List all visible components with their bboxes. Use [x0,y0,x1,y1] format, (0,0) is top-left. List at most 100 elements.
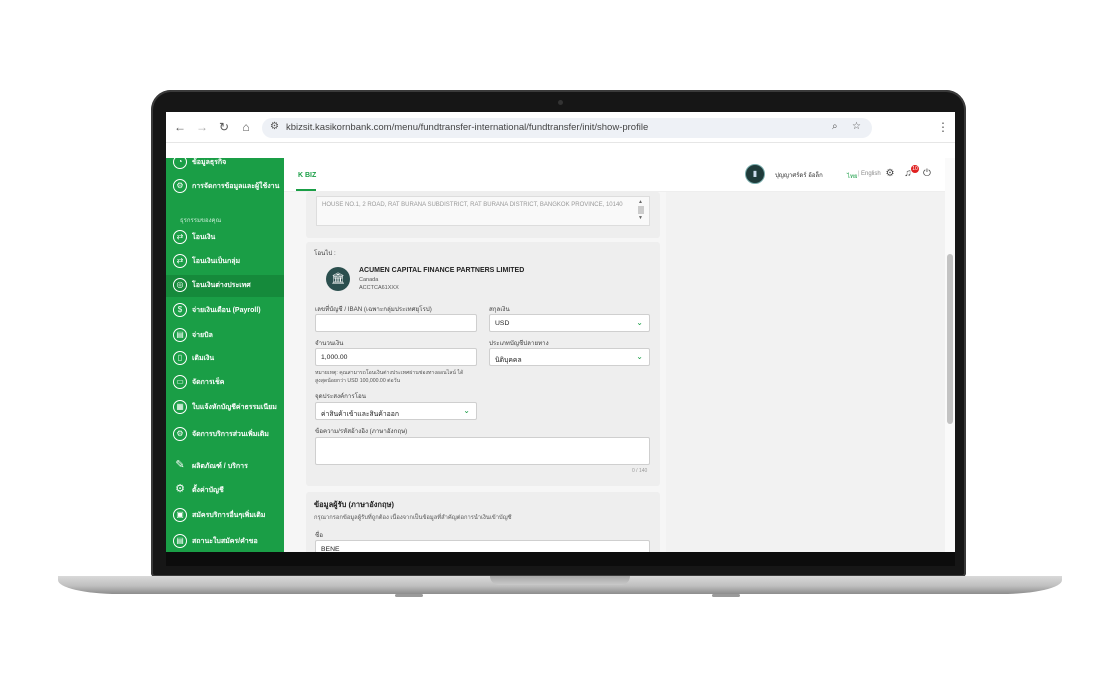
subscribe-icon: ▣ [173,508,187,522]
sidebar-item-bulk-transfer[interactable]: ⇄ โอนเงินเป็นกลุ่ม [166,251,284,273]
screen: ← → ↻ ⌂ ⚙ kbizsit.kasikornbank.com/menu/… [166,112,955,552]
destination-type-select[interactable]: นิติบุคคล ⌄ [489,348,650,366]
address-bar[interactable]: ⚙ kbizsit.kasikornbank.com/menu/fundtran… [262,118,872,138]
lang-english[interactable]: English [861,171,881,177]
browser-menu-icon[interactable]: ⋮ [936,120,950,134]
chevron-down-icon: ⌄ [636,318,643,327]
sidebar-section-label: ธุรกรรมของคุณ [180,218,222,224]
sidebar-item-label: จัดการเช็ค [192,379,225,386]
sidebar-item-label: โอนเงินเป็นกลุ่ม [192,258,241,265]
sidebar-item-subscribe[interactable]: ▣ สมัครบริการอื่นๆเพิ่มเติม [166,505,284,527]
page-scrollbar-thumb[interactable] [947,254,953,424]
purpose-value: ค่าสินค้าเข้าและสินค้าออก [321,411,399,418]
sidebar-item-user-management[interactable]: ⚙ การจัดการข้อมูลและผู้ใช้งาน [166,176,284,198]
browser-toolbar: ← → ↻ ⌂ ⚙ kbizsit.kasikornbank.com/menu/… [166,112,955,143]
international-transfer-icon: ◎ [173,278,187,292]
sidebar-item-label: ตั้งค่าบัญชี [192,487,224,494]
sidebar-item-label: ผลิตภัณฑ์ / บริการ [192,463,248,470]
recipient-name-input[interactable]: BENE [315,540,650,552]
business-info-icon: ◔ [173,158,187,169]
laptop-foot [395,594,423,597]
sidebar-item-application-status[interactable]: ▤ สถานะใบสมัคร/คำขอ [166,531,284,552]
currency-select[interactable]: USD ⌄ [489,314,650,332]
sender-address-card: HOUSE NO.1, 2 ROAD, RAT BURANA SUBDISTRI… [306,192,660,238]
pencil-icon: ✎ [175,459,185,471]
sidebar-item-products[interactable]: ✎ ผลิตภัณฑ์ / บริการ [166,456,284,478]
account-label: เลขที่บัญชี / IBAN (เฉพาะกลุ่มประเทศยุโร… [315,306,432,313]
sidebar-item-international-transfer[interactable]: ◎ โอนเงินต่างประเทศ [166,275,284,297]
sidebar-item-label: ใบแจ้งหักบัญชีค่าธรรมเนียม [192,404,277,411]
additional-services-icon: ⚙ [173,427,187,441]
message-textarea[interactable] [315,437,650,465]
sidebar-item-label: สมัครบริการอื่นๆเพิ่มเติม [192,512,266,519]
lang-separator: | [858,171,860,177]
sidebar-item-bill-payment[interactable]: ▤ จ่ายบิล [166,325,284,347]
sidebar-item-business-info[interactable]: ◔ ข้อมูลธุรกิจ [166,158,284,174]
sidebar-item-additional-services[interactable]: ⚙ จัดการบริการส่วนเพิ่มเติม [166,424,284,446]
sidebar-item-transfer[interactable]: ⇄ โอนเงิน [166,227,284,249]
sidebar-item-label: โอนเงินต่างประเทศ [192,282,251,289]
bank-country: Canada [359,277,379,283]
zoom-icon[interactable]: ⌕ [832,121,838,132]
sender-address-field: HOUSE NO.1, 2 ROAD, RAT BURANA SUBDISTRI… [316,196,650,226]
sidebar-item-label: โอนเงิน [192,234,216,241]
home-icon[interactable]: ⌂ [239,120,253,134]
camera-icon [558,100,563,105]
logout-icon[interactable]: ⏻ [921,168,933,179]
account-number-input[interactable] [315,314,477,332]
user-name[interactable]: ปุญญาศร์ดร์ อ้อล็ก [775,170,823,180]
gear-icon: ⚙ [175,483,185,495]
purpose-select[interactable]: ค่าสินค้าเข้าและสินค้าออก ⌄ [315,402,477,420]
message-counter: 0 / 140 [632,468,648,474]
screen-bezel [166,552,955,566]
reload-icon[interactable]: ↻ [217,120,231,134]
bulk-transfer-icon: ⇄ [173,254,187,268]
sidebar-item-label: การจัดการข้อมูลและผู้ใช้งาน [192,183,280,190]
address-scrollbar[interactable]: ▲ ▼ [638,199,644,223]
bill-payment-icon: ▤ [173,328,187,342]
notification-badge: 10 [911,165,919,173]
laptop-notch [490,576,630,585]
application-status-icon: ▤ [173,534,187,548]
recipient-description: กรุณากรอกข้อมูลผู้รับที่ถูกต้อง เนื่องจา… [314,515,512,521]
name-label: ชื่อ [315,532,323,539]
sidebar-item-fee-debit[interactable]: ▦ ใบแจ้งหักบัญชีค่าธรรมเนียม [166,397,284,419]
currency-label: สกุลเงิน [489,306,510,313]
transfer-icon: ⇄ [173,230,187,244]
sidebar-item-label: สถานะใบสมัคร/คำขอ [192,538,258,545]
forward-icon[interactable]: → [195,120,209,134]
transfer-card: โอนไป : 🏛 ACUMEN CAPITAL FINANCE PARTNER… [306,242,660,486]
site-info-icon[interactable]: ⚙ [270,121,279,132]
sidebar-item-label: จัดการบริการส่วนเพิ่มเติม [192,431,269,438]
destination-type-label: ประเภทบัญชีปลายทาง [489,340,549,347]
bookmark-star-icon[interactable]: ☆ [852,121,861,132]
recipient-title: ข้อมูลผู้รับ (ภาษาอังกฤษ) [314,500,394,509]
recipient-card: ข้อมูลผู้รับ (ภาษาอังกฤษ) กรุณากรอกข้อมู… [306,492,660,552]
destination-type-value: นิติบุคคล [495,357,522,364]
chevron-down-icon: ⌄ [636,352,643,361]
bank-name: ACUMEN CAPITAL FINANCE PARTNERS LIMITED [359,267,525,274]
sidebar-item-top-up[interactable]: ▯ เติมเงิน [166,348,284,370]
sidebar: ◔ ข้อมูลธุรกิจ ⚙ การจัดการข้อมูลและผู้ใช… [166,158,284,552]
avatar[interactable]: ▮ [745,164,765,184]
sidebar-item-settings[interactable]: ⚙ ตั้งค่าบัญชี [166,480,284,502]
tab-underline [296,189,316,191]
cheque-icon: ▭ [173,375,187,389]
url-text: kbizsit.kasikornbank.com/menu/fundtransf… [286,122,649,133]
amount-note: หมายเหตุ: คุณสามารถโอนเงินต่างประเทศผ่าน… [315,370,464,384]
tab-kbiz[interactable]: K BIZ [298,172,316,179]
purpose-label: จุดประสงค์การโอน [315,393,366,400]
amount-input[interactable]: 1,000.00 [315,348,477,366]
sidebar-item-payroll[interactable]: $ จ่ายเงินเดือน (Payroll) [166,300,284,322]
top-up-icon: ▯ [173,351,187,365]
lang-thai[interactable]: ไทย [847,171,858,181]
bank-icon: 🏛 [326,267,350,291]
back-icon[interactable]: ← [173,120,187,134]
message-label: ข้อความ/รหัสอ้างอิง (ภาษาอังกฤษ) [315,428,408,435]
settings-icon[interactable]: ⚙ [884,168,896,179]
sidebar-item-cheque[interactable]: ▭ จัดการเช็ค [166,372,284,394]
fee-debit-icon: ▦ [173,400,187,414]
payroll-icon: $ [173,303,187,317]
chevron-down-icon: ⌄ [463,406,470,415]
currency-value: USD [495,320,510,327]
